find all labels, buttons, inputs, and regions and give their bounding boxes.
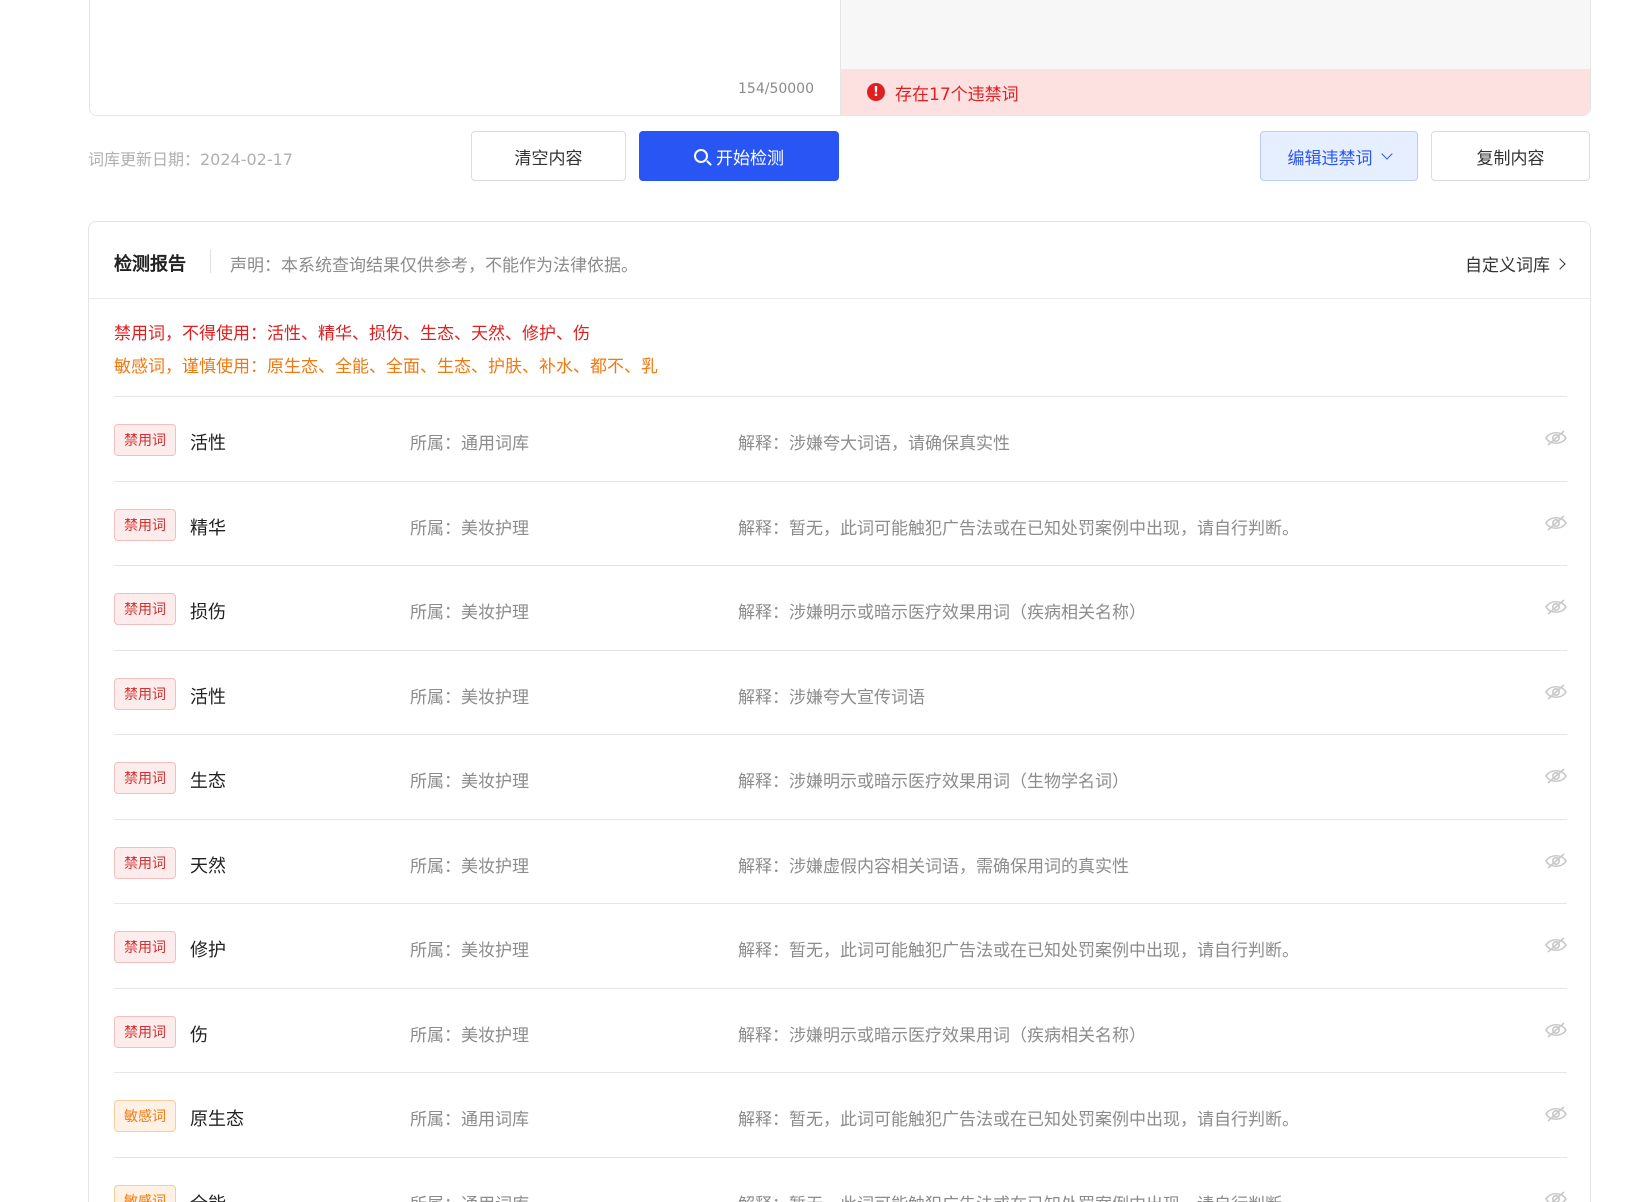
- result-preview-area: ! 存在17个违禁词: [840, 0, 1590, 115]
- word-explanation: 解释：涉嫌明示或暗示医疗效果用词（生物学名词）: [738, 772, 1129, 792]
- word-category: 所属：美妆护理: [410, 1025, 529, 1046]
- eye-off-icon[interactable]: [1545, 852, 1567, 869]
- word-text: 生态: [190, 771, 226, 792]
- word-tag: 禁用词: [114, 1015, 176, 1048]
- word-text: 天然: [190, 855, 226, 877]
- custom-library-label: 自定义词库: [1465, 256, 1550, 276]
- word-text: 损伤: [190, 602, 226, 623]
- report-header: 检测报告 声明：本系统查询结果仅供参考，不能作为法律依据。 自定义词库: [89, 222, 1590, 299]
- banned-summary: 禁用词，不得使用：活性、精华、损伤、生态、天然、修护、伤: [114, 324, 590, 344]
- eye-off-icon[interactable]: [1545, 430, 1567, 446]
- report-panel: 检测报告 声明：本系统查询结果仅供参考，不能作为法律依据。 自定义词库 禁用词，…: [88, 221, 1591, 1202]
- word-explanation: 解释：暂无，此词可能触犯广告法或在已知处罚案例中出现，请自行判断。: [738, 518, 1299, 539]
- word-tag: 敏感词: [114, 1100, 176, 1132]
- word-row: 禁用词 活性 所属：美妆护理 解释：涉嫌夸大宣传词语: [114, 649, 1567, 735]
- eye-off-icon[interactable]: [1545, 514, 1567, 531]
- disclaimer-text: 声明：本系统查询结果仅供参考，不能作为法律依据。: [230, 256, 638, 276]
- editor-panel: 154/50000 ! 存在17个违禁词: [89, 0, 1591, 116]
- clear-content-label: 清空内容: [514, 148, 583, 169]
- word-tag: 禁用词: [114, 593, 176, 625]
- word-explanation: 解释：涉嫌夸大词语，请确保真实性: [738, 434, 1010, 454]
- text-input-area[interactable]: 154/50000: [90, 0, 840, 115]
- word-explanation: 解释：暂无，此词可能触犯广告法或在已知处罚案例中出现，请自行判断。: [738, 1110, 1299, 1130]
- word-tag: 禁用词: [114, 762, 176, 794]
- word-explanation: 解释：暂无，此词可能触犯广告法或在已知处罚案例中出现，请自行判断。: [738, 1190, 1299, 1202]
- word-row: 敏感词 原生态 所属：通用词库 解释：暂无，此词可能触犯广告法或在已知处罚案例中…: [114, 1072, 1567, 1157]
- chevron-right-icon: [1554, 257, 1566, 270]
- exclamation-circle-icon: !: [867, 83, 885, 101]
- word-text: 活性: [190, 433, 226, 454]
- word-category: 所属：通用词库: [410, 434, 529, 454]
- word-category: 所属：通用词库: [410, 1110, 529, 1130]
- eye-off-icon[interactable]: [1545, 937, 1567, 953]
- violation-text: 存在17个违禁词: [895, 84, 1019, 105]
- report-title: 检测报告: [114, 254, 186, 275]
- word-category: 所属：美妆护理: [410, 856, 529, 877]
- eye-off-icon[interactable]: [1545, 768, 1567, 784]
- sensitive-summary: 敏感词，谨慎使用：原生态、全能、全面、生态、护肤、补水、都不、乳: [114, 357, 658, 377]
- eye-off-icon[interactable]: [1545, 1190, 1567, 1202]
- search-icon: [694, 149, 708, 163]
- word-text: 修护: [190, 940, 226, 961]
- word-text: 活性: [190, 686, 226, 708]
- library-update-date: 词库更新日期：2024-02-17: [88, 150, 293, 169]
- word-category: 所属：美妆护理: [410, 941, 529, 961]
- clear-content-button[interactable]: 清空内容: [471, 131, 626, 181]
- word-text: 原生态: [190, 1109, 244, 1130]
- word-explanation: 解释：涉嫌夸大宣传词语: [738, 687, 925, 708]
- chevron-down-icon: [1380, 147, 1393, 160]
- custom-library-link[interactable]: 自定义词库: [1465, 251, 1566, 276]
- word-row: 禁用词 生态 所属：美妆护理 解释：涉嫌明示或暗示医疗效果用词（生物学名词）: [114, 734, 1567, 819]
- eye-off-icon[interactable]: [1545, 683, 1567, 700]
- word-category: 所属：美妆护理: [410, 518, 529, 539]
- word-category: 所属：美妆护理: [410, 603, 529, 623]
- char-count: 154/50000: [738, 81, 814, 97]
- word-tag: 禁用词: [114, 931, 176, 963]
- violation-alert: ! 存在17个违禁词: [841, 69, 1590, 115]
- word-explanation: 解释：涉嫌明示或暗示医疗效果用词（疾病相关名称）: [738, 603, 1146, 623]
- word-text: 全能: [190, 1190, 226, 1202]
- word-list: 禁用词 活性 所属：通用词库 解释：涉嫌夸大词语，请确保真实性 禁用词 精华 所…: [114, 396, 1567, 1202]
- word-tag: 禁用词: [114, 677, 176, 710]
- word-text: 伤: [190, 1024, 208, 1046]
- eye-off-icon[interactable]: [1545, 599, 1567, 615]
- word-tag: 敏感词: [114, 1184, 176, 1202]
- word-explanation: 解释：暂无，此词可能触犯广告法或在已知处罚案例中出现，请自行判断。: [738, 941, 1299, 961]
- copy-content-label: 复制内容: [1476, 148, 1545, 169]
- word-tag: 禁用词: [114, 508, 176, 541]
- copy-content-button[interactable]: 复制内容: [1431, 131, 1590, 181]
- word-row: 禁用词 天然 所属：美妆护理 解释：涉嫌虚假内容相关词语，需确保用词的真实性: [114, 818, 1567, 904]
- word-explanation: 解释：涉嫌虚假内容相关词语，需确保用词的真实性: [738, 856, 1129, 877]
- header-divider: [210, 249, 211, 273]
- word-category: 所属：通用词库: [410, 1190, 529, 1202]
- word-tag: 禁用词: [114, 424, 176, 456]
- word-row: 禁用词 伤 所属：美妆护理 解释：涉嫌明示或暗示医疗效果用词（疾病相关名称）: [114, 987, 1567, 1073]
- word-text: 精华: [190, 517, 226, 539]
- eye-off-icon[interactable]: [1545, 1106, 1567, 1122]
- word-row: 禁用词 修护 所属：美妆护理 解释：暂无，此词可能触犯广告法或在已知处罚案例中出…: [114, 903, 1567, 988]
- word-category: 所属：美妆护理: [410, 772, 529, 792]
- word-tag: 禁用词: [114, 846, 176, 879]
- start-detect-label: 开始检测: [716, 148, 784, 169]
- eye-off-icon[interactable]: [1545, 1021, 1567, 1038]
- word-row: 禁用词 活性 所属：通用词库 解释：涉嫌夸大词语，请确保真实性: [114, 396, 1567, 481]
- word-row: 敏感词 全能 所属：通用词库 解释：暂无，此词可能触犯广告法或在已知处罚案例中出…: [114, 1156, 1567, 1202]
- edit-banned-words-button[interactable]: 编辑违禁词: [1260, 131, 1418, 181]
- word-explanation: 解释：涉嫌明示或暗示医疗效果用词（疾病相关名称）: [738, 1025, 1146, 1046]
- word-category: 所属：美妆护理: [410, 687, 529, 708]
- word-row: 禁用词 精华 所属：美妆护理 解释：暂无，此词可能触犯广告法或在已知处罚案例中出…: [114, 480, 1567, 566]
- edit-banned-words-label: 编辑违禁词: [1287, 148, 1373, 169]
- word-row: 禁用词 损伤 所属：美妆护理 解释：涉嫌明示或暗示医疗效果用词（疾病相关名称）: [114, 565, 1567, 650]
- start-detect-button[interactable]: 开始检测: [639, 131, 839, 181]
